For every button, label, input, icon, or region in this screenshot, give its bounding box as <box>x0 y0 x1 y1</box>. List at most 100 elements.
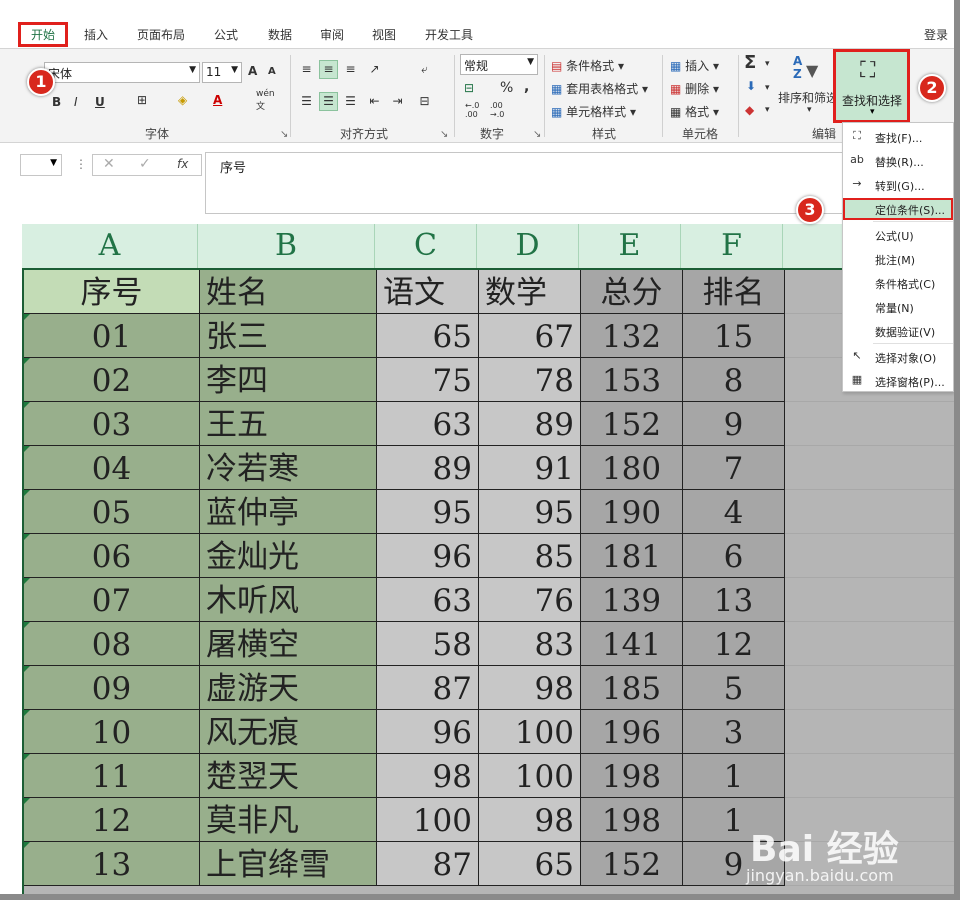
align-bottom-icon[interactable]: ≡ <box>341 60 360 79</box>
more-options-icon[interactable]: ⋮ <box>75 157 87 171</box>
cell-b[interactable]: 木听风 <box>200 578 377 622</box>
cell-f[interactable]: 6 <box>683 534 785 578</box>
cell-a[interactable]: 13 <box>24 842 200 886</box>
clear-eraser-icon[interactable]: ◆ <box>745 103 754 117</box>
menu-item[interactable]: 公式(U) <box>843 224 953 246</box>
cell-c[interactable]: 63 <box>377 578 479 622</box>
empty-cell[interactable] <box>785 446 954 490</box>
cell-a[interactable]: 03 <box>24 402 200 446</box>
cell-d[interactable]: 65 <box>479 842 581 886</box>
empty-cell[interactable] <box>785 622 954 666</box>
chevron-down-icon[interactable]: ▾ <box>765 105 770 115</box>
phonetic-guide-button[interactable]: wén 文 <box>256 89 275 112</box>
cell-b[interactable]: 上官绛雪 <box>200 842 377 886</box>
cell-d[interactable]: 83 <box>479 622 581 666</box>
font-name-select[interactable]: 宋体 ▼ <box>44 62 200 83</box>
column-header-a[interactable]: A <box>22 224 198 268</box>
underline-button[interactable]: U <box>95 95 105 109</box>
menu-item[interactable]: 批注(M) <box>843 248 953 270</box>
dialog-launcher-icon[interactable]: ↘ <box>280 129 288 140</box>
cell-c[interactable]: 96 <box>377 534 479 578</box>
cell-d[interactable]: 89 <box>479 402 581 446</box>
cell-f[interactable]: 4 <box>683 490 785 534</box>
tab-home[interactable]: 开始 <box>18 22 69 47</box>
enter-check-icon[interactable]: ✓ <box>139 156 151 172</box>
empty-cell[interactable] <box>785 710 954 754</box>
tab-data[interactable]: 数据 <box>268 26 292 43</box>
align-right-icon[interactable]: ☰ <box>341 92 360 111</box>
name-box[interactable]: ▼ <box>20 154 62 176</box>
cell-b[interactable]: 金灿光 <box>200 534 377 578</box>
cell-e[interactable]: 132 <box>581 314 683 358</box>
cell-d[interactable]: 100 <box>479 754 581 798</box>
cell-c[interactable]: 89 <box>377 446 479 490</box>
align-left-icon[interactable]: ☰ <box>297 92 316 111</box>
font-size-select[interactable]: 11 ▼ <box>202 62 242 83</box>
decrease-decimal-button[interactable]: .00 →.0 <box>490 101 504 119</box>
header-cell-b[interactable]: 姓名 <box>200 270 377 314</box>
cell-c[interactable]: 95 <box>377 490 479 534</box>
column-header-b[interactable]: B <box>198 224 375 268</box>
menu-item[interactable]: ab 替换(R)... <box>843 150 953 172</box>
login-link[interactable]: 登录 <box>924 26 948 43</box>
dialog-launcher-icon[interactable]: ↘ <box>533 129 541 140</box>
tab-insert[interactable]: 插入 <box>84 26 108 43</box>
menu-item[interactable]: ⛶ 查找(F)... <box>843 126 953 148</box>
menu-item[interactable]: 数据验证(V) <box>843 320 953 342</box>
cell-c[interactable]: 98 <box>377 754 479 798</box>
orientation-icon[interactable]: ↗ <box>365 60 384 79</box>
cell-e[interactable]: 185 <box>581 666 683 710</box>
cell-e[interactable]: 141 <box>581 622 683 666</box>
cell-c[interactable]: 63 <box>377 402 479 446</box>
cell-e[interactable]: 153 <box>581 358 683 402</box>
align-top-icon[interactable]: ≡ <box>297 60 316 79</box>
chevron-down-icon[interactable]: ▾ <box>765 83 770 93</box>
cell-b[interactable]: 虚游天 <box>200 666 377 710</box>
cell-c[interactable]: 87 <box>377 842 479 886</box>
cell-d[interactable]: 67 <box>479 314 581 358</box>
empty-cell[interactable] <box>785 490 954 534</box>
cell-a[interactable]: 01 <box>24 314 200 358</box>
cell-b[interactable]: 蓝仲亭 <box>200 490 377 534</box>
sort-filter-button[interactable]: 排序和筛选 <box>778 89 838 106</box>
cell-d[interactable]: 76 <box>479 578 581 622</box>
wrap-text-icon[interactable]: ⤶ <box>415 60 434 79</box>
cell-b[interactable]: 屠横空 <box>200 622 377 666</box>
chevron-down-icon[interactable]: ▾ <box>765 59 770 69</box>
header-cell-e[interactable]: 总分 <box>581 270 683 314</box>
cell-d[interactable]: 95 <box>479 490 581 534</box>
tab-page-layout[interactable]: 页面布局 <box>137 26 185 43</box>
cell-f[interactable]: 3 <box>683 710 785 754</box>
column-header-f[interactable]: F <box>681 224 783 268</box>
cell-e[interactable]: 152 <box>581 842 683 886</box>
tab-developer[interactable]: 开发工具 <box>425 26 473 43</box>
cell-a[interactable]: 10 <box>24 710 200 754</box>
align-middle-icon[interactable]: ≡ <box>319 60 338 79</box>
cell-b[interactable]: 李四 <box>200 358 377 402</box>
format-as-table-button[interactable]: ▦ 套用表格格式 ▾ <box>551 80 648 97</box>
menu-item[interactable]: 定位条件(S)... <box>843 198 953 220</box>
cell-f[interactable]: 15 <box>683 314 785 358</box>
accounting-format-icon[interactable]: ⊟ <box>464 81 474 95</box>
cell-e[interactable]: 198 <box>581 754 683 798</box>
header-cell-c[interactable]: 语文 <box>377 270 479 314</box>
insert-cells-button[interactable]: ▦ 插入 ▾ <box>670 57 719 74</box>
cell-e[interactable]: 196 <box>581 710 683 754</box>
fill-down-icon[interactable]: ⬇ <box>746 79 756 93</box>
merge-center-icon[interactable]: ⊟ <box>415 92 434 111</box>
font-color-button[interactable]: A <box>213 93 222 107</box>
conditional-format-button[interactable]: ▤ 条件格式 ▾ <box>551 57 624 74</box>
cell-d[interactable]: 78 <box>479 358 581 402</box>
cell-a[interactable]: 07 <box>24 578 200 622</box>
cell-f[interactable]: 5 <box>683 666 785 710</box>
cell-a[interactable]: 04 <box>24 446 200 490</box>
cell-d[interactable]: 91 <box>479 446 581 490</box>
menu-item[interactable]: ↖ 选择对象(O) <box>843 346 953 368</box>
tab-review[interactable]: 审阅 <box>320 26 344 43</box>
decrease-indent-icon[interactable]: ⇤ <box>365 92 384 111</box>
increase-decimal-button[interactable]: ←.0 .00 <box>465 101 479 119</box>
cell-b[interactable]: 莫非凡 <box>200 798 377 842</box>
fill-color-icon[interactable]: ◈ <box>178 93 187 107</box>
cell-b[interactable]: 风无痕 <box>200 710 377 754</box>
cell-d[interactable]: 85 <box>479 534 581 578</box>
